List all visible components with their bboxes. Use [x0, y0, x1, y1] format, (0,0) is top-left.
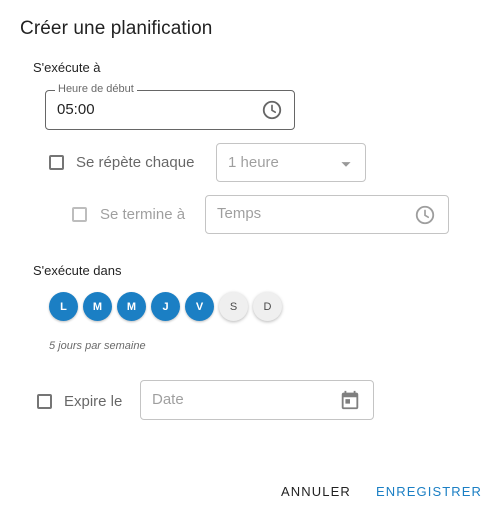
day-toggle-monday[interactable]: L [49, 292, 78, 321]
expiry-date-placeholder: Date [152, 391, 184, 408]
ends-at-checkbox[interactable] [72, 207, 87, 222]
cancel-button[interactable]: ANNULER [281, 484, 351, 499]
save-button[interactable]: ENREGISTRER [376, 484, 482, 499]
start-time-value: 05:00 [57, 101, 95, 118]
repeat-checkbox[interactable] [49, 155, 64, 170]
days-summary: 5 jours par semaine [49, 340, 146, 352]
runs-in-label: S'exécute dans [33, 263, 122, 278]
start-time-field-label: Heure de début [55, 83, 137, 95]
caret-down-icon [335, 153, 357, 175]
day-toggle-wednesday[interactable]: M [117, 292, 146, 321]
start-time-field[interactable]: Heure de début 05:00 [45, 83, 295, 130]
expiry-date-field[interactable]: Date [140, 380, 374, 420]
expires-label: Expire le [64, 393, 123, 410]
day-toggle-thursday[interactable]: J [151, 292, 180, 321]
end-time-field[interactable]: Temps [205, 195, 449, 234]
clock-icon[interactable] [261, 99, 283, 121]
ends-at-label: Se termine à [100, 206, 186, 223]
day-toggle-tuesday[interactable]: M [83, 292, 112, 321]
calendar-icon[interactable] [339, 389, 361, 411]
repeat-interval-select[interactable]: 1 heure [216, 143, 366, 182]
clock-icon[interactable] [414, 204, 436, 226]
runs-at-label: S'exécute à [33, 60, 101, 75]
day-toggle-friday[interactable]: V [185, 292, 214, 321]
expires-checkbox[interactable] [37, 394, 52, 409]
repeat-label: Se répète chaque [76, 154, 195, 171]
repeat-interval-value: 1 heure [228, 154, 279, 171]
dialog-title: Créer une planification [20, 18, 213, 39]
day-toggle-sunday[interactable]: D [253, 292, 282, 321]
end-time-placeholder: Temps [217, 205, 262, 222]
day-toggle-saturday[interactable]: S [219, 292, 248, 321]
